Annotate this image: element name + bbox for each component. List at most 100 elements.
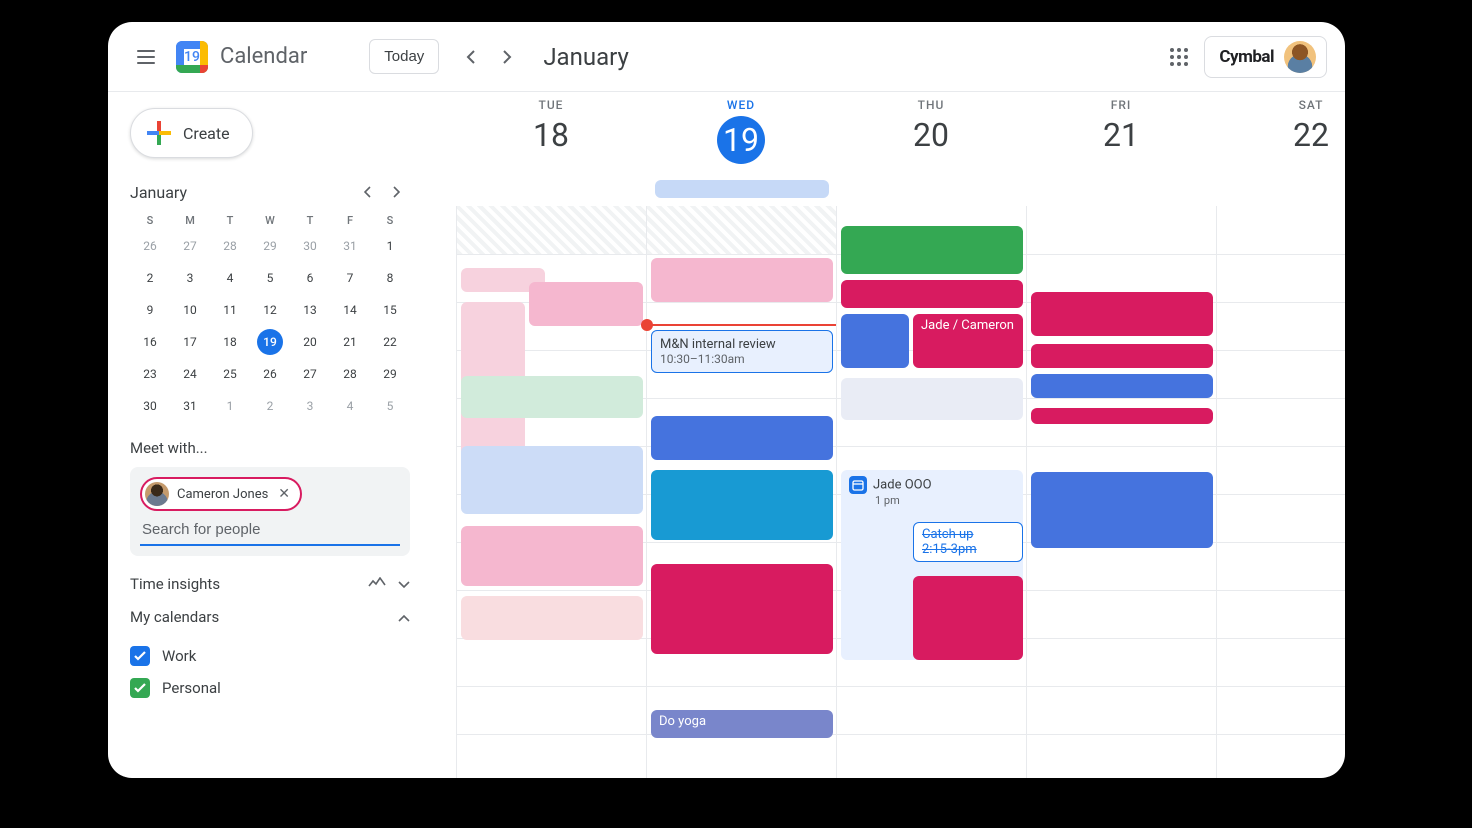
event-block[interactable] <box>651 258 833 302</box>
mini-day[interactable]: 14 <box>330 297 370 323</box>
create-button[interactable]: Create <box>130 108 253 158</box>
mini-day[interactable]: 5 <box>370 393 410 419</box>
header-right: Cymbal <box>1170 36 1327 78</box>
mini-day[interactable]: 10 <box>170 297 210 323</box>
person-chip[interactable]: Cameron Jones ✕ <box>140 477 302 511</box>
my-calendars-label: My calendars <box>130 608 386 626</box>
event-block[interactable] <box>651 564 833 654</box>
day-column-wed[interactable]: M&N internal review 10:30–11:30am Do yog… <box>646 206 836 778</box>
chevron-right-icon <box>392 186 400 198</box>
event-block[interactable] <box>841 226 1023 274</box>
mini-day[interactable]: 5 <box>250 265 290 291</box>
mini-day[interactable]: 29 <box>370 361 410 387</box>
mini-day[interactable]: 4 <box>210 265 250 291</box>
calendar-item[interactable]: Work <box>130 640 410 672</box>
mini-day[interactable]: 30 <box>130 393 170 419</box>
google-apps-button[interactable] <box>1170 48 1188 66</box>
event-do-yoga[interactable]: Do yoga <box>651 710 833 738</box>
mini-day[interactable]: 6 <box>290 265 330 291</box>
event-block[interactable] <box>1031 374 1213 398</box>
event-block[interactable] <box>461 526 643 586</box>
event-block[interactable] <box>1031 292 1213 336</box>
calendar-checkbox[interactable] <box>130 646 150 666</box>
day-header[interactable]: FRI21 <box>1026 92 1216 202</box>
event-catch-up-declined[interactable]: Catch up 2:15-3pm <box>913 522 1023 562</box>
search-people-input[interactable] <box>140 511 400 546</box>
event-block[interactable] <box>651 416 833 460</box>
day-header[interactable]: SAT22 <box>1216 92 1345 202</box>
mini-day[interactable]: 15 <box>370 297 410 323</box>
day-header[interactable]: TUE18 <box>456 92 646 202</box>
event-block[interactable] <box>461 376 643 418</box>
day-column-tue[interactable] <box>456 206 646 778</box>
mini-day[interactable]: 19 <box>257 329 283 355</box>
mini-day[interactable]: 9 <box>130 297 170 323</box>
allday-event[interactable] <box>655 180 829 198</box>
day-column-fri[interactable] <box>1026 206 1216 778</box>
mini-day[interactable]: 1 <box>370 233 410 259</box>
mini-day[interactable]: 25 <box>210 361 250 387</box>
main-menu-button[interactable] <box>126 37 166 77</box>
mini-day[interactable]: 12 <box>250 297 290 323</box>
mini-day[interactable]: 17 <box>170 329 210 355</box>
event-block[interactable] <box>1031 472 1213 548</box>
event-block[interactable] <box>651 470 833 540</box>
mini-prev-month-button[interactable] <box>354 178 382 206</box>
day-column-thu[interactable]: Jade / Cameron Jade OOO 1 pm Catch up 2:… <box>836 206 1026 778</box>
mini-next-month-button[interactable] <box>382 178 410 206</box>
mini-day[interactable]: 16 <box>130 329 170 355</box>
mini-day[interactable]: 29 <box>250 233 290 259</box>
mini-day[interactable]: 31 <box>170 393 210 419</box>
mini-day[interactable]: 27 <box>290 361 330 387</box>
mini-day[interactable]: 1 <box>210 393 250 419</box>
mini-day[interactable]: 27 <box>170 233 210 259</box>
day-header[interactable]: THU20 <box>836 92 1026 202</box>
mini-day[interactable]: 28 <box>210 233 250 259</box>
day-column-sat[interactable] <box>1216 206 1345 778</box>
mini-day[interactable]: 8 <box>370 265 410 291</box>
mini-day[interactable]: 13 <box>290 297 330 323</box>
event-block[interactable] <box>841 378 1023 420</box>
mini-dow: S <box>370 214 410 227</box>
mini-day[interactable]: 2 <box>250 393 290 419</box>
mini-day[interactable]: 18 <box>210 329 250 355</box>
event-block[interactable] <box>841 280 1023 308</box>
calendar-checkbox[interactable] <box>130 678 150 698</box>
mini-day[interactable]: 2 <box>130 265 170 291</box>
event-block[interactable] <box>529 282 643 326</box>
mini-day[interactable]: 21 <box>330 329 370 355</box>
mini-day[interactable]: 3 <box>170 265 210 291</box>
past-zone <box>647 206 836 254</box>
mini-day[interactable]: 3 <box>290 393 330 419</box>
account-brand-chip[interactable]: Cymbal <box>1204 36 1327 78</box>
time-insights-row[interactable]: Time insights <box>130 574 410 593</box>
mini-day[interactable]: 23 <box>130 361 170 387</box>
event-block[interactable] <box>1031 344 1213 368</box>
mini-day[interactable]: 4 <box>330 393 370 419</box>
mini-day[interactable]: 22 <box>370 329 410 355</box>
mini-day[interactable]: 28 <box>330 361 370 387</box>
mini-day[interactable]: 20 <box>290 329 330 355</box>
person-chip-name: Cameron Jones <box>177 487 268 502</box>
prev-period-button[interactable] <box>453 39 489 75</box>
mini-day[interactable]: 30 <box>290 233 330 259</box>
mini-day[interactable]: 26 <box>130 233 170 259</box>
chip-remove-button[interactable]: ✕ <box>276 486 292 502</box>
my-calendars-row[interactable]: My calendars <box>130 607 410 626</box>
event-jade-cameron[interactable]: Jade / Cameron <box>913 314 1023 368</box>
event-block[interactable] <box>461 446 643 514</box>
today-button[interactable]: Today <box>369 39 439 74</box>
event-block[interactable] <box>1031 408 1213 424</box>
event-block[interactable] <box>461 596 643 640</box>
event-internal-review[interactable]: M&N internal review 10:30–11:30am <box>651 330 833 373</box>
app-title: Calendar <box>220 44 307 69</box>
mini-day[interactable]: 26 <box>250 361 290 387</box>
event-block[interactable] <box>841 314 909 368</box>
event-block[interactable] <box>913 576 1023 660</box>
next-period-button[interactable] <box>489 39 525 75</box>
mini-day[interactable]: 11 <box>210 297 250 323</box>
calendar-item[interactable]: Personal <box>130 672 410 704</box>
mini-day[interactable]: 24 <box>170 361 210 387</box>
mini-day[interactable]: 31 <box>330 233 370 259</box>
mini-day[interactable]: 7 <box>330 265 370 291</box>
